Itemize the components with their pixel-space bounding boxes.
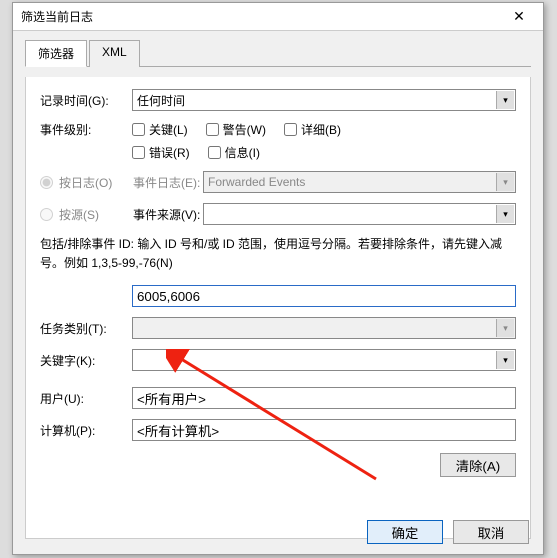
combo-eventlogs: Forwarded Events ▾ — [203, 171, 516, 193]
label-eventsources: 事件来源(V): — [133, 206, 203, 223]
content-area: 筛选器 XML 记录时间(G): 任何时间 ▾ 事件级别: 关键(L) 警告(W… — [13, 31, 543, 539]
combo-keywords[interactable]: ▾ — [132, 349, 516, 371]
combo-logged-value: 任何时间 — [137, 92, 185, 109]
label-computer: 计算机(P): — [40, 422, 132, 439]
dialog-window: 筛选当前日志 ✕ 筛选器 XML 记录时间(G): 任何时间 ▾ 事件级别: 关… — [12, 2, 544, 555]
cb-verbose[interactable]: 详细(B) — [284, 121, 341, 138]
label-eventlogs: 事件日志(E): — [133, 174, 203, 191]
form-area: 记录时间(G): 任何时间 ▾ 事件级别: 关键(L) 警告(W) 详细(B) … — [25, 77, 531, 539]
help-text: 包括/排除事件 ID: 输入 ID 号和/或 ID 范围，使用逗号分隔。若要排除… — [40, 235, 516, 273]
clear-button[interactable]: 清除(A) — [440, 453, 516, 477]
input-computer[interactable] — [132, 419, 516, 441]
radio-bysource[interactable] — [40, 208, 53, 221]
combo-eventlogs-value: Forwarded Events — [208, 175, 305, 189]
titlebar: 筛选当前日志 ✕ — [13, 3, 543, 31]
label-bylog: 按日志(O) — [59, 174, 133, 191]
radio-bylog[interactable] — [40, 176, 53, 189]
cancel-button[interactable]: 取消 — [453, 520, 529, 544]
label-user: 用户(U): — [40, 390, 132, 407]
combo-task: ▾ — [132, 317, 516, 339]
cb-error[interactable]: 错误(R) — [132, 144, 190, 161]
chevron-down-icon: ▾ — [496, 351, 514, 369]
window-title: 筛选当前日志 — [21, 8, 93, 25]
input-user[interactable] — [132, 387, 516, 409]
chevron-down-icon: ▾ — [496, 319, 514, 337]
label-task: 任务类别(T): — [40, 320, 132, 337]
footer-buttons: 确定 取消 — [367, 520, 529, 544]
label-logged: 记录时间(G): — [40, 92, 132, 109]
tab-row: 筛选器 XML — [25, 39, 531, 67]
input-eventids[interactable] — [132, 285, 516, 307]
combo-eventsources[interactable]: ▾ — [203, 203, 516, 225]
cb-info[interactable]: 信息(I) — [208, 144, 260, 161]
tab-xml[interactable]: XML — [89, 40, 140, 67]
chevron-down-icon: ▾ — [496, 173, 514, 191]
label-keywords: 关键字(K): — [40, 352, 132, 369]
close-icon[interactable]: ✕ — [499, 4, 539, 30]
combo-logged[interactable]: 任何时间 ▾ — [132, 89, 516, 111]
ok-button[interactable]: 确定 — [367, 520, 443, 544]
cb-critical[interactable]: 关键(L) — [132, 121, 188, 138]
cb-warning[interactable]: 警告(W) — [206, 121, 266, 138]
chevron-down-icon: ▾ — [496, 91, 514, 109]
tab-filter[interactable]: 筛选器 — [25, 40, 87, 67]
chevron-down-icon: ▾ — [496, 205, 514, 223]
label-level: 事件级别: — [40, 121, 132, 138]
label-bysource: 按源(S) — [59, 206, 133, 223]
